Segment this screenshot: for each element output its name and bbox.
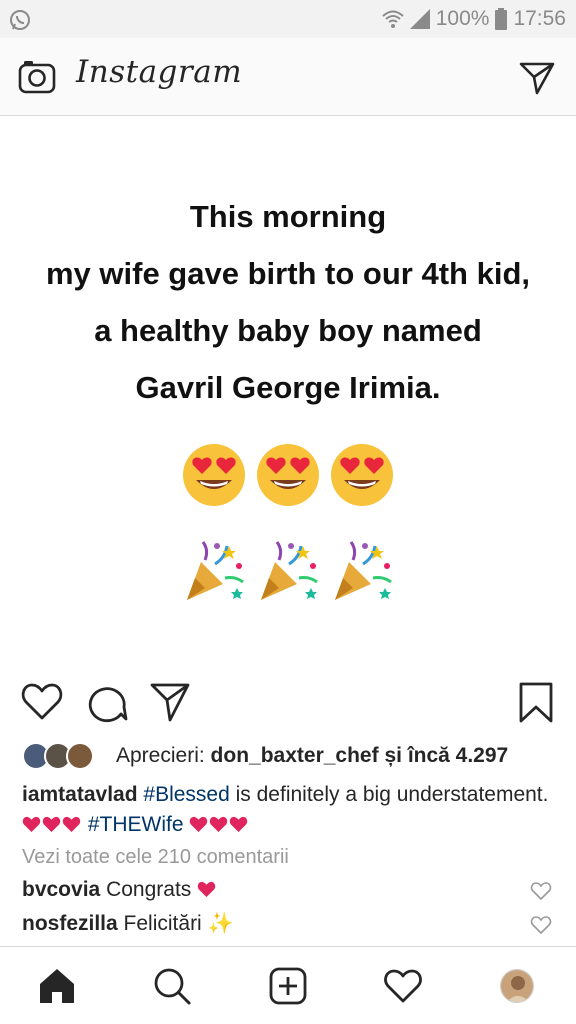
heart-icon[interactable] bbox=[20, 680, 64, 724]
comment: nosfezilla Felicitări ✨ bbox=[22, 912, 552, 942]
battery-percent: 100% bbox=[435, 7, 490, 30]
signal-icon bbox=[409, 9, 430, 29]
share-icon[interactable] bbox=[148, 680, 192, 724]
comment-like-icon[interactable] bbox=[530, 915, 552, 935]
likes-connector: și bbox=[384, 744, 402, 767]
clock: 17:56 bbox=[513, 7, 566, 30]
party-popper-emoji bbox=[335, 541, 392, 600]
heart-eyes-emoji bbox=[183, 444, 245, 506]
liker-username[interactable]: don_baxter_chef bbox=[211, 744, 379, 767]
party-popper-emoji bbox=[261, 541, 318, 600]
red-heart-emoji bbox=[190, 816, 208, 833]
status-bar: 100% 17:56 bbox=[0, 0, 576, 38]
comment-text: Felicitări ✨ bbox=[123, 912, 234, 935]
red-heart-emoji bbox=[62, 816, 81, 833]
party-popper-row bbox=[0, 538, 576, 604]
red-heart-emoji bbox=[230, 816, 248, 833]
red-heart-emoji bbox=[210, 816, 228, 833]
heart-eyes-emoji bbox=[257, 444, 319, 506]
home-icon[interactable] bbox=[37, 966, 77, 1006]
post-actions bbox=[0, 666, 576, 738]
comment: bvcovia Congrats bbox=[22, 878, 552, 908]
caption-text: is definitely a big understatement. bbox=[229, 783, 549, 806]
post-text-line: This morning bbox=[189, 199, 387, 234]
comment-like-icon[interactable] bbox=[530, 881, 552, 901]
search-icon[interactable] bbox=[152, 966, 192, 1006]
post-text-line: a healthy baby boy named bbox=[94, 313, 482, 348]
direct-message-icon[interactable] bbox=[518, 58, 556, 96]
status-icons: 100% 17:56 bbox=[382, 6, 566, 32]
profile-avatar[interactable] bbox=[500, 969, 534, 1003]
avatar bbox=[66, 742, 94, 770]
post-text-line: my wife gave birth to our 4th kid, bbox=[45, 256, 530, 291]
comment-username[interactable]: nosfezilla bbox=[22, 912, 118, 935]
whatsapp-icon bbox=[10, 10, 30, 30]
add-post-icon[interactable] bbox=[268, 966, 308, 1006]
likers-avatars bbox=[22, 740, 102, 772]
post-text-line: Gavril George Irimia. bbox=[135, 370, 441, 405]
party-popper-emoji bbox=[187, 541, 244, 600]
hashtag[interactable]: #THEWife bbox=[88, 813, 184, 836]
red-heart-emoji bbox=[42, 816, 61, 833]
wifi-icon bbox=[382, 10, 404, 28]
heart-eyes-row bbox=[0, 442, 576, 508]
bookmark-icon[interactable] bbox=[514, 680, 558, 724]
caption-username[interactable]: iamtatavlad bbox=[22, 783, 138, 806]
profile-photo bbox=[501, 970, 533, 1002]
heart-eyes-emoji bbox=[331, 444, 393, 506]
comment-icon[interactable] bbox=[84, 680, 128, 724]
camera-icon[interactable] bbox=[18, 58, 56, 96]
hashtag[interactable]: #Blessed bbox=[143, 783, 229, 806]
likes-count[interactable]: încă 4.297 bbox=[408, 744, 508, 767]
post-text: This morning my wife gave birth to our 4… bbox=[0, 188, 576, 416]
likes-prefix: Aprecieri: bbox=[116, 744, 205, 767]
comment-text: Congrats bbox=[106, 878, 192, 901]
likes-text: Aprecieri: don_baxter_chef și încă 4.297 bbox=[116, 744, 508, 768]
bottom-navigation bbox=[0, 946, 576, 1024]
app-title: Instagram bbox=[76, 54, 243, 90]
activity-heart-icon[interactable] bbox=[383, 966, 423, 1006]
likes-row[interactable]: Aprecieri: don_baxter_chef și încă 4.297 bbox=[22, 738, 562, 774]
battery-icon bbox=[495, 8, 508, 30]
caption: iamtatavlad #Blessed is definitely a big… bbox=[22, 780, 552, 840]
red-heart-emoji bbox=[22, 816, 41, 833]
app-header: Instagram bbox=[0, 38, 576, 116]
comment-username[interactable]: bvcovia bbox=[22, 878, 100, 901]
post-image[interactable]: This morning my wife gave birth to our 4… bbox=[0, 116, 576, 666]
view-all-comments-link[interactable]: Vezi toate cele 210 comentarii bbox=[22, 846, 289, 869]
red-heart-emoji bbox=[197, 881, 216, 898]
